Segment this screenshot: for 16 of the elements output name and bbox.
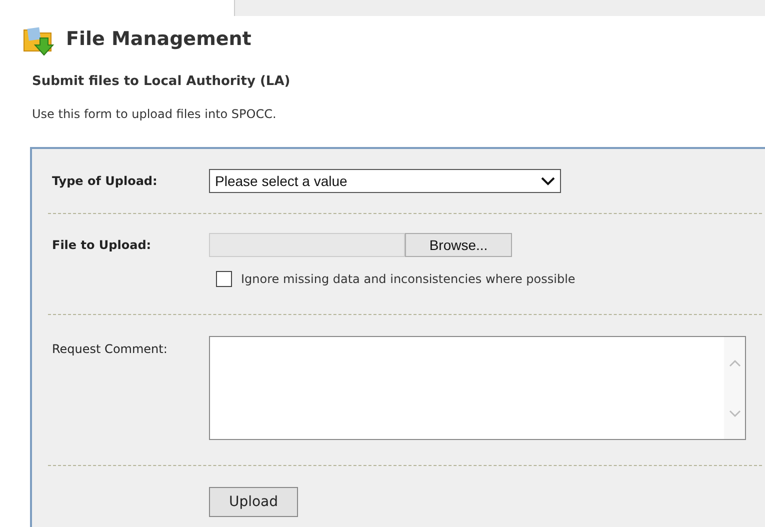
field-label: Type of Upload:: [52, 173, 158, 190]
browse-button[interactable]: Browse...: [405, 233, 512, 257]
chevron-down-icon: [541, 176, 555, 186]
checkbox-label: Ignore missing data and inconsistencies where possible: [241, 271, 576, 288]
field-label: File to Upload:: [52, 237, 152, 254]
upload-button[interactable]: Upload: [209, 487, 298, 517]
page-title: File Management: [66, 26, 252, 52]
description-text: Use this form to upload files into SPOCC.: [32, 106, 278, 122]
upload-type-dropdown[interactable]: Please select a value: [209, 169, 561, 193]
file-path-field[interactable]: [209, 233, 405, 257]
field-label: Request Comment:: [52, 341, 168, 358]
comment-textarea[interactable]: [209, 336, 746, 440]
scroll-up-icon: [728, 358, 740, 366]
scroll-down-icon: [728, 410, 740, 418]
checkbox[interactable]: [216, 271, 232, 287]
section-title: Submit files to Local Authority (LA): [32, 73, 292, 91]
